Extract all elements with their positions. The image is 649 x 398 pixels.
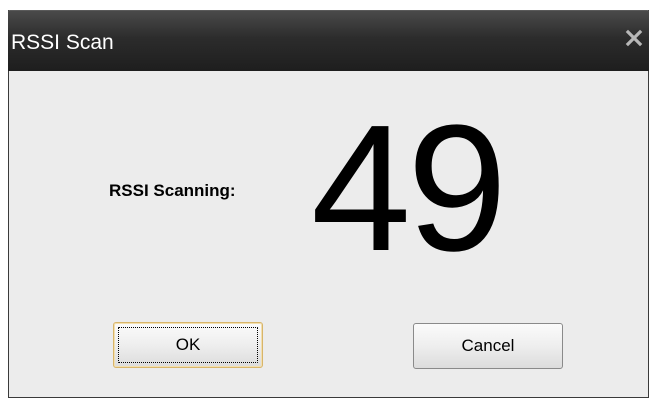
title-bar[interactable]: RSSI Scan (8, 10, 649, 71)
rssi-scanning-label: RSSI Scanning: (109, 181, 236, 200)
dialog-body: RSSI Scanning: 49 OK Cancel (9, 71, 648, 397)
close-button[interactable] (623, 27, 645, 49)
rssi-scan-dialog: RSSI Scan RSSI Scanning: 49 OK Cancel (8, 10, 649, 398)
ok-button[interactable]: OK (113, 322, 263, 368)
close-icon (623, 27, 645, 49)
cancel-button[interactable]: Cancel (413, 323, 563, 369)
ok-button-label: OK (175, 335, 201, 354)
window-title: RSSI Scan (11, 31, 114, 54)
cancel-button-label: Cancel (461, 336, 515, 355)
rssi-value: 49 (311, 88, 507, 289)
